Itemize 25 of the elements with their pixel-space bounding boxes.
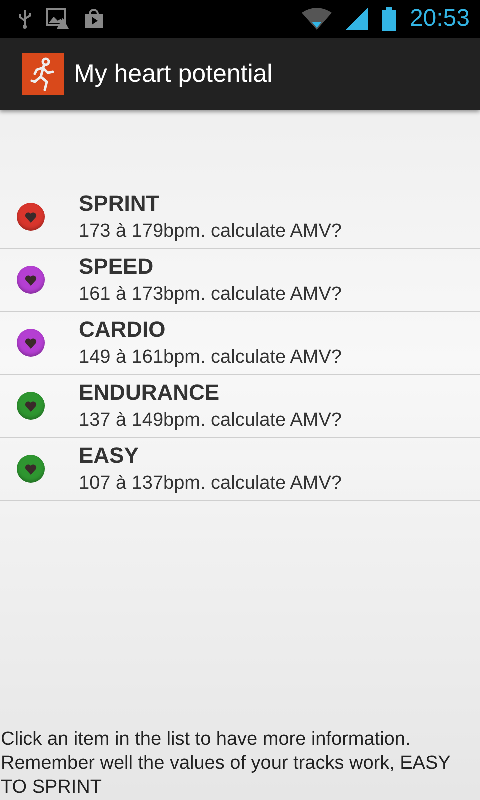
usb-icon: [18, 9, 32, 29]
zone-range: 161 à 173bpm. calculate AMV?: [79, 284, 342, 306]
zone-range: 173 à 179bpm. calculate AMV?: [79, 221, 342, 243]
clock: 20:53: [410, 5, 470, 33]
list-item[interactable]: EASY 107 à 137bpm. calculate AMV?: [0, 438, 480, 501]
zone-name: ENDURANCE: [79, 380, 221, 406]
list-item[interactable]: SPRINT 173 à 179bpm. calculate AMV?: [0, 186, 480, 249]
zone-range: 149 à 161bpm. calculate AMV?: [79, 347, 342, 369]
zone-range: 137 à 149bpm. calculate AMV?: [79, 410, 342, 432]
list-item[interactable]: CARDIO 149 à 161bpm. calculate AMV?: [0, 312, 480, 375]
runner-icon: [22, 53, 64, 95]
zone-name: EASY: [79, 443, 140, 469]
wifi-icon: [302, 8, 332, 30]
list-item[interactable]: SPEED 161 à 173bpm. calculate AMV?: [0, 249, 480, 312]
app-title: My heart potential: [74, 60, 273, 88]
image-warning-icon: [46, 8, 70, 30]
list-item[interactable]: ENDURANCE 137 à 149bpm. calculate AMV?: [0, 375, 480, 438]
zone-name: SPEED: [79, 254, 155, 280]
zone-name: CARDIO: [79, 317, 167, 343]
hint-text: Click an item in the list to have more information. Remember well the values of your tracks work, EASY TO SPRINT: [0, 728, 452, 800]
signal-icon: [346, 8, 368, 30]
shopping-bag-icon: [84, 9, 104, 29]
zone-name: SPRINT: [79, 191, 161, 217]
zone-range: 107 à 137bpm. calculate AMV?: [79, 473, 342, 495]
battery-icon: [382, 7, 396, 31]
